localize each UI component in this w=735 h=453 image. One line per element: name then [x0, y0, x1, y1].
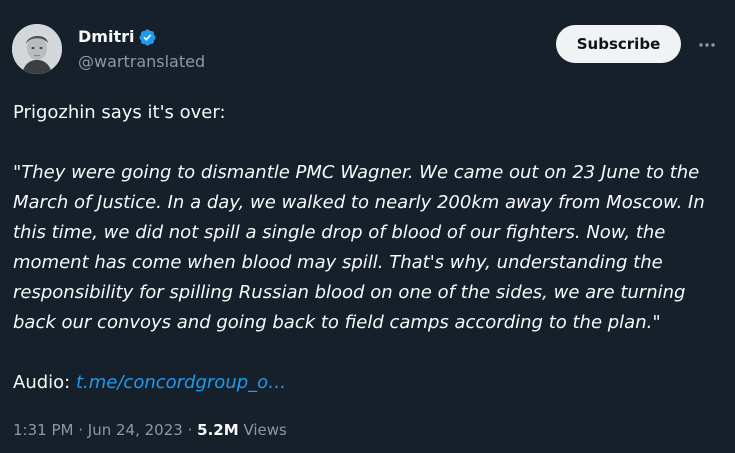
- avatar[interactable]: [12, 24, 62, 74]
- meta-separator: ·: [187, 421, 193, 439]
- verified-badge-icon: [138, 28, 157, 47]
- more-horizontal-icon[interactable]: [694, 32, 720, 58]
- tweet-audio-line: Audio: t.me/concordgroup_o…: [13, 368, 723, 398]
- avatar-image: [12, 24, 62, 74]
- subscribe-button[interactable]: Subscribe: [556, 25, 681, 63]
- author-display-name[interactable]: Dmitri: [78, 27, 134, 47]
- tweet-time[interactable]: 1:31 PM: [13, 421, 73, 439]
- tweet-intro-text: Prigozhin says it's over:: [13, 102, 226, 123]
- tweet-date[interactable]: Jun 24, 2023: [88, 421, 183, 439]
- tweet-card: Dmitri @wartranslated Subscribe Prigozhi…: [0, 0, 735, 453]
- audio-label: Audio:: [13, 372, 71, 393]
- tweet-meta: 1:31 PM · Jun 24, 2023 · 5.2M Views: [13, 418, 287, 442]
- audio-link[interactable]: t.me/concordgroup_o…: [76, 372, 286, 393]
- views-label: Views: [243, 421, 287, 439]
- views-count: 5.2M: [197, 421, 239, 439]
- tweet-quote-text: "They were going to dismantle PMC Wagner…: [13, 162, 705, 333]
- meta-separator: ·: [78, 421, 84, 439]
- tweet-body: Prigozhin says it's over: "They were goi…: [13, 98, 723, 398]
- author-name-row[interactable]: Dmitri: [78, 27, 157, 47]
- author-handle[interactable]: @wartranslated: [78, 52, 205, 72]
